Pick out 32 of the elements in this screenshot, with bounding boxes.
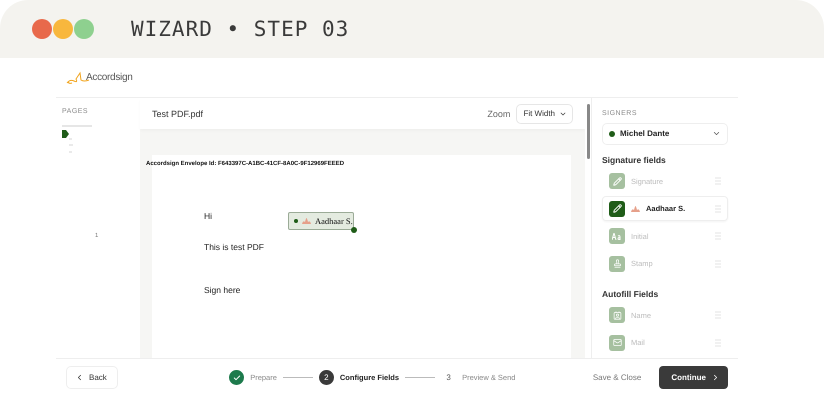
- minimize-dot[interactable]: [53, 19, 73, 39]
- zoom-label: Zoom: [487, 108, 510, 118]
- pencil-icon: [612, 204, 622, 214]
- scrollbar-thumb[interactable]: [586, 104, 590, 159]
- placed-signature-field[interactable]: Aadhaar S.: [288, 212, 354, 230]
- chevron-left-icon: [75, 373, 84, 382]
- check-icon: [232, 374, 241, 382]
- pencil-icon: [612, 176, 622, 186]
- file-name: Test PDF.pdf: [152, 108, 204, 118]
- step-indicator: 2: [318, 370, 334, 385]
- continue-button[interactable]: Continue: [659, 366, 728, 389]
- resize-handle[interactable]: [351, 227, 357, 233]
- section-title: Autofill Fields: [602, 288, 660, 299]
- save-close-button[interactable]: Save & Close: [586, 372, 648, 383]
- mail-icon: [612, 338, 622, 348]
- lotus-icon: [631, 206, 640, 212]
- close-dot[interactable]: [32, 19, 52, 39]
- dot-icon: [294, 219, 298, 223]
- stamp-icon: [612, 259, 622, 268]
- document-text: This is test PDF: [204, 242, 265, 252]
- section-title: Signature fields: [602, 154, 667, 165]
- back-button[interactable]: Back: [66, 366, 118, 389]
- maximize-dot[interactable]: [74, 19, 94, 39]
- contact-icon: [612, 310, 622, 320]
- signer-select[interactable]: Michel Dante: [602, 123, 728, 145]
- zoom-select[interactable]: Fit Width: [516, 104, 573, 124]
- document-text: Hi: [204, 211, 214, 221]
- text-icon: [612, 232, 622, 240]
- document-text: Sign here: [204, 285, 242, 295]
- window-title: WIZARD • STEP 03: [131, 17, 350, 41]
- lotus-icon: [302, 218, 311, 224]
- logo-text: Accordsign: [86, 72, 132, 83]
